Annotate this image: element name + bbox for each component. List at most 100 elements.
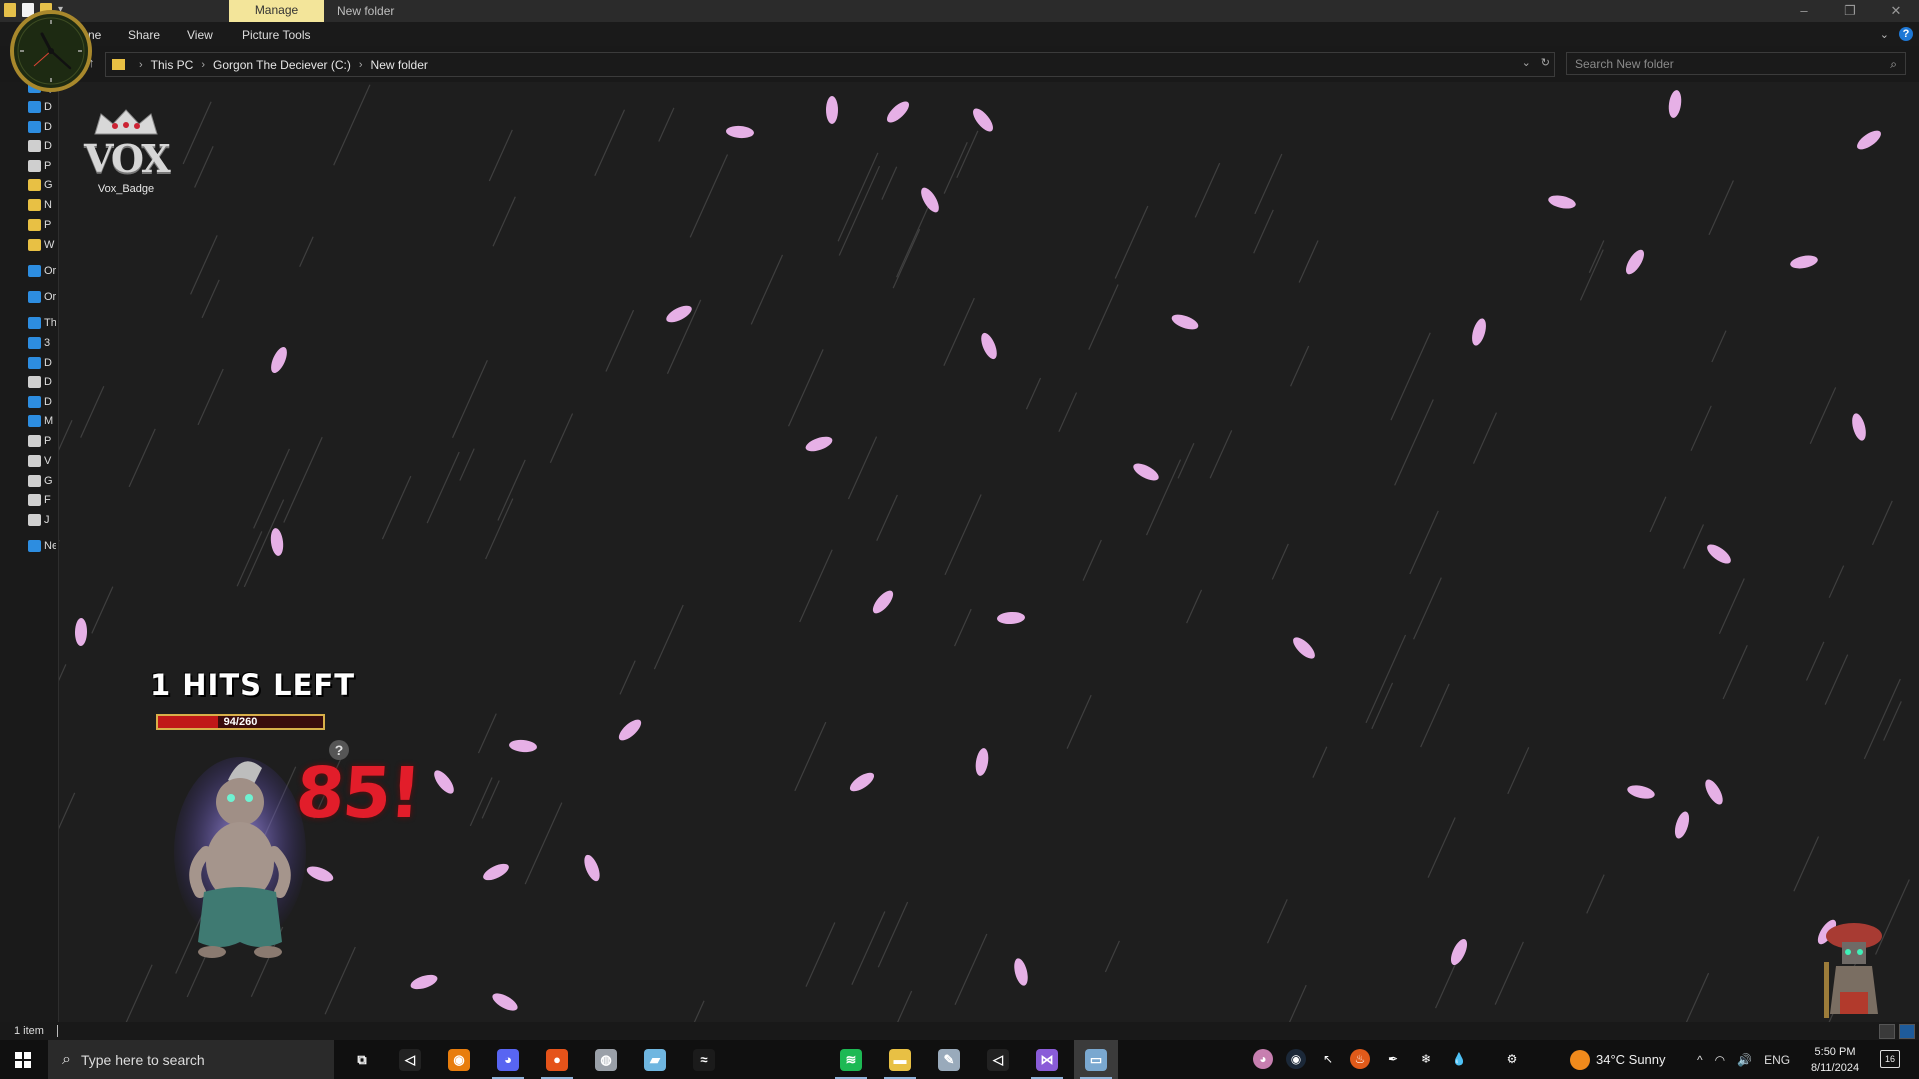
taskbar-app-unity[interactable]: ◁: [388, 1040, 432, 1079]
petal: [434, 770, 454, 794]
large-icons-view-icon[interactable]: [1899, 1024, 1915, 1039]
rain-streak: [1507, 747, 1530, 795]
petal: [270, 528, 284, 556]
nav-item-label: M: [44, 415, 54, 427]
wifi-icon[interactable]: ◠: [1715, 1053, 1725, 1067]
nav-item-6[interactable]: N: [28, 197, 56, 213]
minimize-button[interactable]: –: [1781, 0, 1827, 22]
help-icon[interactable]: ?: [1899, 27, 1913, 41]
taskbar-search-box[interactable]: ⌕ Type here to search: [48, 1040, 334, 1079]
notification-center-button[interactable]: 16: [1880, 1050, 1900, 1068]
chevron-right-icon[interactable]: ›: [201, 59, 205, 71]
steam-icon[interactable]: ◉: [1286, 1049, 1306, 1069]
tab-view[interactable]: View: [187, 28, 213, 42]
taskbar-app-visual-studio[interactable]: ⋈: [1025, 1040, 1069, 1079]
nav-item-15[interactable]: D: [28, 394, 56, 410]
taskbar-app-discord[interactable]: ◕: [486, 1040, 530, 1079]
rain-streak: [253, 448, 290, 529]
rain-streak: [1685, 972, 1710, 1022]
search-input[interactable]: Search New folder ⌕: [1566, 52, 1906, 75]
breadcrumb-this-pc[interactable]: This PC: [151, 58, 194, 72]
nav-item-9[interactable]: Or: [28, 263, 56, 279]
nav-item-12[interactable]: 3: [28, 335, 56, 351]
volume-icon[interactable]: 🔊: [1737, 1053, 1752, 1067]
maximize-button[interactable]: ❐: [1827, 0, 1873, 22]
taskbar-app-spotify[interactable]: ≋: [829, 1040, 873, 1079]
mushroom-creature[interactable]: [1818, 922, 1890, 1022]
flame-icon[interactable]: ♨: [1350, 1049, 1370, 1069]
chevron-right-icon[interactable]: ›: [139, 59, 143, 71]
file-name[interactable]: Vox_Badge: [84, 183, 168, 195]
nav-item-4[interactable]: P: [28, 158, 56, 174]
taskbar-app-remote-desktop[interactable]: ▭: [1074, 1040, 1118, 1079]
details-view-icon[interactable]: [1879, 1024, 1895, 1039]
nav-item-17[interactable]: P: [28, 433, 56, 449]
nav-item-19[interactable]: G: [28, 473, 56, 489]
nav-item-8[interactable]: W: [28, 237, 56, 253]
expand-ribbon-icon[interactable]: ⌄: [1880, 28, 1889, 41]
taskbar-app-firefox[interactable]: ●: [535, 1040, 579, 1079]
cursor-icon[interactable]: ↖: [1318, 1049, 1338, 1069]
petal: [1626, 249, 1644, 275]
discord-icon: ◕: [497, 1048, 519, 1071]
snowflake-icon[interactable]: ❄: [1416, 1049, 1436, 1069]
file-view[interactable]: [59, 82, 1919, 1022]
nav-item-7[interactable]: P: [28, 217, 56, 233]
petal: [826, 96, 838, 124]
taskbar-app-file-explorer[interactable]: ▬: [878, 1040, 922, 1079]
nav-item-13[interactable]: D: [28, 355, 56, 371]
history-dropdown-icon[interactable]: ⌄: [1522, 56, 1531, 69]
nav-item-21[interactable]: J: [28, 512, 56, 528]
nav-item-11[interactable]: Th: [28, 315, 56, 331]
address-bar[interactable]: › This PC › Gorgon The Deciever (C:) › N…: [105, 52, 1555, 77]
feather-icon[interactable]: ✒: [1383, 1049, 1403, 1069]
rain-streak: [481, 780, 500, 819]
nav-item-16[interactable]: M: [28, 413, 56, 429]
rain-streak: [59, 664, 67, 682]
taskbar-app-task-view[interactable]: ⧉: [340, 1040, 384, 1079]
petal: [666, 305, 692, 323]
taskbar-app-app[interactable]: ◍: [584, 1040, 628, 1079]
window-title: New folder: [337, 4, 395, 18]
refresh-icon[interactable]: ↻: [1541, 56, 1550, 69]
taskbar-app-notes[interactable]: ▰: [633, 1040, 677, 1079]
taskbar-app-terminal[interactable]: ≈: [682, 1040, 726, 1079]
language-indicator[interactable]: ENG: [1764, 1053, 1790, 1067]
tab-manage[interactable]: Manage: [229, 0, 324, 22]
nav-item-2[interactable]: D: [28, 119, 56, 135]
file-item-vox-badge[interactable]: VOX Vox_Badge: [84, 108, 171, 195]
gnome-character[interactable]: [170, 752, 310, 972]
petal: [1705, 779, 1723, 805]
taskbar-app-paint[interactable]: ✎: [927, 1040, 971, 1079]
chevron-right-icon[interactable]: ›: [359, 59, 363, 71]
nav-item-14[interactable]: D: [28, 374, 56, 390]
nav-item-1[interactable]: D: [28, 99, 56, 115]
pig-icon[interactable]: ◕: [1253, 1049, 1273, 1069]
tab-picture-tools[interactable]: Picture Tools: [242, 28, 310, 42]
rain-streak: [1271, 543, 1289, 580]
search-icon[interactable]: ⌕: [1890, 53, 1897, 76]
start-button[interactable]: [0, 1040, 46, 1079]
breadcrumb-drive[interactable]: Gorgon The Deciever (C:): [213, 58, 351, 72]
nav-item-5[interactable]: G: [28, 177, 56, 193]
nav-item-3[interactable]: D: [28, 138, 56, 154]
water-drop-icon[interactable]: 💧: [1449, 1049, 1469, 1069]
nav-item-18[interactable]: V: [28, 453, 56, 469]
nav-item-22[interactable]: Ne: [28, 538, 56, 554]
app-icon: ◍: [595, 1048, 617, 1071]
nav-item-10[interactable]: Or: [28, 289, 56, 305]
rain-streak: [451, 360, 488, 438]
petal: [74, 618, 88, 646]
close-button[interactable]: ✕: [1873, 0, 1919, 22]
taskbar-app-unity-hub[interactable]: ◁: [976, 1040, 1020, 1079]
weather-widget[interactable]: 34°C Sunny: [1570, 1040, 1666, 1079]
taskbar-clock[interactable]: 5:50 PM 8/11/2024: [1800, 1044, 1870, 1076]
tab-share[interactable]: Share: [128, 28, 160, 42]
petal: [886, 101, 910, 123]
settings-icon[interactable]: ⚙: [1502, 1049, 1522, 1069]
nav-item-20[interactable]: F: [28, 492, 56, 508]
petal: [1450, 939, 1468, 965]
taskbar-app-blender[interactable]: ◉: [437, 1040, 481, 1079]
breadcrumb-new-folder[interactable]: New folder: [371, 58, 428, 72]
show-hidden-icons-icon[interactable]: ^: [1697, 1053, 1703, 1067]
